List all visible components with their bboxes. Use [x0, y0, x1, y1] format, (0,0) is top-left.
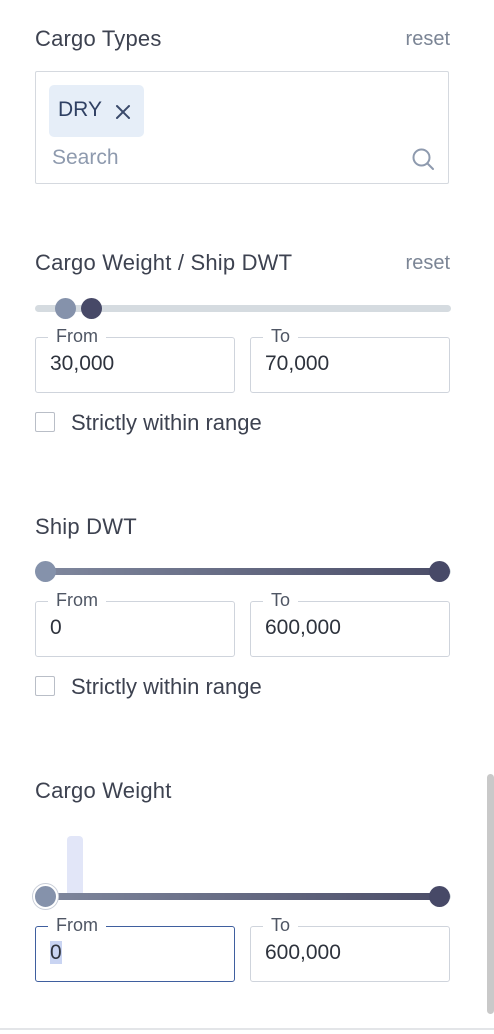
from-label: From [48, 326, 106, 347]
ratio-from-field[interactable]: From 30,000 [35, 326, 235, 393]
ship-dwt-range-slider[interactable] [35, 559, 451, 585]
cargo-weight-ship-dwt-title: Cargo Weight / Ship DWT [35, 250, 293, 275]
ratio-range-slider[interactable] [35, 296, 451, 322]
bottom-divider [0, 1028, 494, 1030]
cargo-types-box[interactable]: DRY [35, 71, 449, 184]
to-value[interactable]: 70,000 [265, 352, 435, 376]
ratio-to-field[interactable]: To 70,000 [250, 326, 450, 393]
cargo-type-chip-dry: DRY [49, 85, 144, 137]
slider-from-handle[interactable] [55, 298, 76, 319]
strict-range-label: Strictly within range [71, 410, 262, 435]
from-label: From [48, 590, 106, 611]
chip-label: DRY [58, 98, 102, 121]
slider-to-handle[interactable] [429, 561, 450, 582]
from-value[interactable]: 0 [50, 941, 220, 965]
cargo-weight-from-field[interactable]: From 0 [35, 915, 235, 982]
cargo-weight-to-field[interactable]: To 600,000 [250, 915, 450, 982]
strict-range-checkbox[interactable] [35, 412, 55, 432]
search-icon[interactable] [411, 147, 435, 171]
cargo-search-input[interactable] [52, 144, 392, 172]
from-label: From [48, 915, 106, 936]
to-label: To [263, 590, 299, 611]
slider-from-handle[interactable] [33, 884, 58, 909]
cargo-weight-range-slider[interactable] [33, 884, 451, 910]
slider-to-handle[interactable] [429, 886, 450, 907]
panel-scrollbar[interactable] [487, 774, 494, 1014]
slider-from-handle[interactable] [35, 561, 56, 582]
close-icon[interactable] [114, 103, 132, 121]
from-value[interactable]: 30,000 [50, 352, 220, 376]
cargo-weight-title: Cargo Weight [35, 778, 172, 803]
to-label: To [263, 915, 299, 936]
ship-dwt-title: Ship DWT [35, 514, 137, 539]
ship-dwt-from-field[interactable]: From 0 [35, 590, 235, 657]
to-value[interactable]: 600,000 [265, 616, 435, 640]
strict-range-label: Strictly within range [71, 674, 262, 699]
slider-to-handle[interactable] [81, 298, 102, 319]
cargo-weight-ship-dwt-reset-link[interactable]: reset [406, 252, 450, 275]
strict-range-checkbox[interactable] [35, 676, 55, 696]
cargo-types-title: Cargo Types [35, 26, 162, 51]
slider-fill [45, 568, 440, 575]
selected-text: 0 [50, 941, 62, 964]
to-value[interactable]: 600,000 [265, 941, 435, 965]
ship-dwt-to-field[interactable]: To 600,000 [250, 590, 450, 657]
cargo-types-reset-link[interactable]: reset [406, 28, 450, 51]
from-value[interactable]: 0 [50, 616, 220, 640]
to-label: To [263, 326, 299, 347]
slider-fill [45, 893, 440, 900]
